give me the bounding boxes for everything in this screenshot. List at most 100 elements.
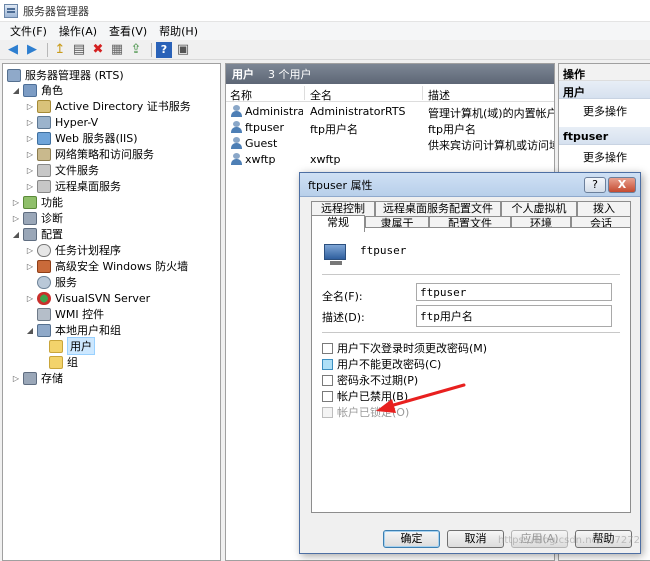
export-icon[interactable]: ⇪	[128, 42, 144, 58]
cancel-button[interactable]: 取消	[447, 530, 504, 548]
tree-item-root[interactable]: 服务器管理器 (RTS)	[7, 67, 124, 83]
expand-icon[interactable]: ▷	[25, 182, 35, 191]
server-manager-icon	[7, 68, 21, 82]
tree-item-diagnostics[interactable]: ▷ 诊断	[11, 210, 63, 226]
user-icon	[230, 153, 243, 166]
collapse-icon[interactable]: ◢	[11, 230, 21, 239]
menu-help[interactable]: 帮助(H)	[159, 23, 198, 39]
view-icon[interactable]: ▣	[175, 42, 191, 58]
tree-item-remote-desktop[interactable]: ▷ 远程桌面服务	[25, 178, 121, 194]
more-actions-link[interactable]: 更多操作	[559, 99, 650, 121]
tab-remote-control[interactable]: 远程控制	[311, 201, 375, 216]
dialog-title: ftpuser 属性	[308, 178, 373, 192]
expand-icon[interactable]: ▷	[25, 134, 35, 143]
expand-icon[interactable]: ▷	[25, 262, 35, 271]
menu-view[interactable]: 查看(V)	[109, 23, 147, 39]
expand-icon[interactable]: ▷	[25, 294, 35, 303]
users-count: 3 个用户	[268, 68, 312, 81]
tree-item-visualsvn[interactable]: ▷ VisualSVN Server	[25, 290, 150, 306]
expand-icon[interactable]: ▷	[25, 118, 35, 127]
checkbox-box[interactable]	[322, 342, 333, 354]
user-name: Administrat...	[245, 105, 303, 118]
tree-item-ad-cert[interactable]: ▷ Active Directory 证书服务	[25, 98, 191, 114]
expand-icon[interactable]: ▷	[11, 198, 21, 207]
table-row[interactable]: Administrat... AdministratorRTS 管理计算机(域)…	[226, 104, 554, 120]
column-separator[interactable]	[304, 86, 305, 100]
toolbar: ◀ ▶ ↥ ▤ ✖ ▦ ⇪ ? ▣	[0, 40, 650, 60]
tab-rds-profile[interactable]: 远程桌面服务配置文件	[375, 201, 501, 216]
collapse-icon[interactable]: ◢	[11, 86, 21, 95]
user-name: ftpuser	[245, 121, 284, 134]
show-hide-tree-icon[interactable]: ▤	[71, 42, 87, 58]
divider	[322, 274, 620, 275]
tree-item-file-services[interactable]: ▷ 文件服务	[25, 162, 99, 178]
back-icon[interactable]: ◀	[5, 42, 21, 58]
expand-icon[interactable]: ▷	[25, 150, 35, 159]
toolbar-separator	[151, 42, 152, 57]
tree-item-local-users[interactable]: ◢ 本地用户和组	[25, 322, 121, 338]
user-properties-dialog: ftpuser 属性 ? X 远程控制 远程桌面服务配置文件 个人虚拟机 拨入 …	[299, 172, 641, 554]
description-input[interactable]: ftp用户名	[416, 305, 612, 327]
folder-icon	[49, 355, 63, 369]
user-fullname: AdministratorRTS	[310, 105, 406, 118]
tree-item-npas[interactable]: ▷ 网络策略和访问服务	[25, 146, 154, 162]
tree-item-roles[interactable]: ◢ 角色	[11, 82, 63, 98]
annotation-arrow	[376, 383, 466, 413]
user-description: 管理计算机(域)的内置帐户	[428, 107, 554, 120]
tree-item-config[interactable]: ◢ 配置	[11, 226, 63, 242]
column-description[interactable]: 描述	[428, 87, 450, 103]
must-change-password-checkbox[interactable]: 用户下次登录时须更改密码(M)	[322, 341, 487, 355]
tab-personal-vm[interactable]: 个人虚拟机	[501, 201, 577, 216]
tree-item-iis[interactable]: ▷ Web 服务器(IIS)	[25, 130, 138, 146]
help-icon[interactable]: ?	[156, 41, 172, 58]
actions-section-users[interactable]: 用户	[559, 81, 650, 99]
table-row[interactable]: Guest 供来宾访问计算机或访问域的内	[226, 136, 554, 152]
tab-general[interactable]: 常规	[311, 215, 365, 232]
expand-icon[interactable]: ▷	[11, 214, 21, 223]
expand-icon[interactable]: ▷	[25, 166, 35, 175]
forward-icon[interactable]: ▶	[24, 42, 40, 58]
remote-desktop-icon	[37, 179, 51, 193]
tree-item-services[interactable]: 服务	[37, 274, 77, 290]
tab-dial-in[interactable]: 拨入	[577, 201, 631, 216]
fullname-input[interactable]: ftpuser	[416, 283, 612, 301]
column-name[interactable]: 名称	[230, 87, 252, 103]
checkbox-box[interactable]	[322, 358, 333, 370]
delete-icon[interactable]: ✖	[90, 42, 106, 58]
ok-button[interactable]: 确定	[383, 530, 440, 548]
up-folder-icon[interactable]: ↥	[52, 42, 68, 58]
menu-action[interactable]: 操作(A)	[59, 23, 97, 39]
tree-item-task-scheduler[interactable]: ▷ 任务计划程序	[25, 242, 121, 258]
menu-file[interactable]: 文件(F)	[10, 23, 47, 39]
tree-item-users[interactable]: 用户	[49, 337, 95, 355]
tree-item-features[interactable]: ▷ 功能	[11, 194, 63, 210]
checkbox-box[interactable]	[322, 390, 333, 402]
tree-item-firewall[interactable]: ▷ 高级安全 Windows 防火墙	[25, 258, 188, 274]
dialog-help-button[interactable]: ?	[584, 177, 606, 193]
folder-icon	[49, 339, 63, 353]
checkbox-box[interactable]	[322, 374, 333, 386]
actions-section-ftpuser[interactable]: ftpuser	[559, 127, 650, 145]
column-separator[interactable]	[422, 86, 423, 100]
table-row[interactable]: ftpuser ftp用户名 ftp用户名	[226, 120, 554, 136]
user-name: Guest	[245, 137, 278, 150]
table-row[interactable]: xwftp xwftp	[226, 152, 554, 168]
hyperv-icon	[37, 115, 51, 129]
collapse-icon[interactable]: ◢	[25, 326, 35, 335]
tree-item-wmi[interactable]: WMI 控件	[37, 306, 104, 322]
user-icon	[230, 105, 243, 118]
more-actions-link[interactable]: 更多操作	[559, 145, 650, 167]
expand-icon[interactable]: ▷	[25, 102, 35, 111]
tree-item-groups[interactable]: 组	[49, 354, 78, 370]
expand-icon[interactable]: ▷	[11, 374, 21, 383]
tree-item-storage[interactable]: ▷ 存储	[11, 370, 63, 386]
properties-icon[interactable]: ▦	[109, 42, 125, 58]
dialog-close-button[interactable]: X	[608, 177, 636, 193]
cannot-change-password-checkbox[interactable]: 用户不能更改密码(C)	[322, 357, 441, 371]
firewall-icon	[37, 259, 51, 273]
expand-icon[interactable]: ▷	[25, 246, 35, 255]
toolbar-separator	[47, 42, 48, 57]
network-policy-icon	[37, 147, 51, 161]
column-fullname[interactable]: 全名	[310, 87, 332, 103]
tree-item-hyperv[interactable]: ▷ Hyper-V	[25, 114, 98, 130]
